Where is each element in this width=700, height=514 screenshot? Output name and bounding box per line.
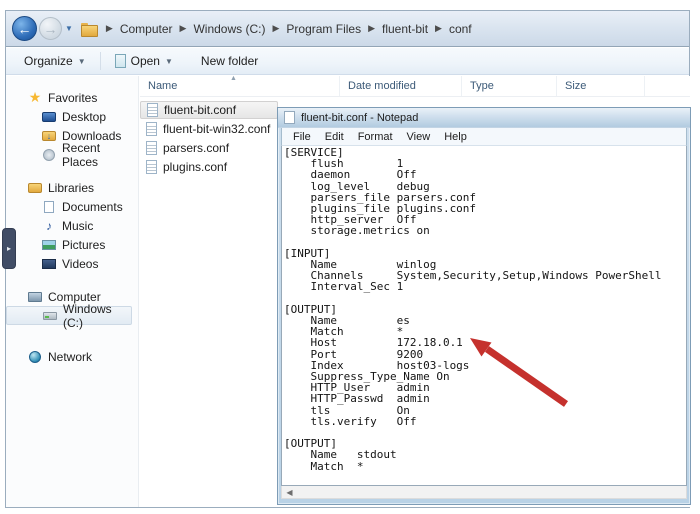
command-toolbar: Organize ▼ Open ▼ New folder (6, 48, 689, 75)
conf-file-icon (147, 103, 158, 117)
breadcrumb-item-fluent-bit[interactable]: fluent-bit (379, 20, 431, 38)
sidebar-item-recent-places[interactable]: Recent Places (6, 145, 138, 164)
column-header-name[interactable]: Name ▲ (140, 76, 340, 96)
breadcrumb: ▶ Computer ▶ Windows (C:) ▶ Program File… (102, 20, 475, 38)
sidebar-item-videos[interactable]: Videos (6, 254, 138, 273)
column-label: Date modified (348, 80, 416, 92)
column-label: Type (470, 80, 494, 92)
forward-arrow-icon: → (44, 21, 58, 37)
column-label: Size (565, 80, 586, 92)
scroll-left-icon[interactable]: ◀ (282, 487, 297, 498)
conf-file-icon (146, 141, 157, 155)
sidebar-item-libraries[interactable]: Libraries (6, 178, 138, 197)
sidebar-label: Windows (C:) (63, 302, 131, 330)
sort-ascending-icon: ▲ (230, 75, 237, 82)
sidebar-item-music[interactable]: ♪ Music (6, 216, 138, 235)
conf-file-icon (146, 122, 157, 136)
breadcrumb-item-windows-c[interactable]: Windows (C:) (190, 20, 268, 38)
column-header-size[interactable]: Size (557, 76, 645, 96)
breadcrumb-separator-icon: ▶ (268, 23, 283, 34)
sidebar-item-windows-c[interactable]: Windows (C:) (6, 306, 132, 325)
new-folder-button[interactable]: New folder (193, 51, 266, 71)
address-bar: ← → ▼ ▶ Computer ▶ Windows (C:) ▶ Progra… (6, 11, 689, 47)
organize-label: Organize (24, 54, 73, 68)
column-header-date-modified[interactable]: Date modified (340, 76, 462, 96)
sidebar-label: Recent Places (62, 141, 138, 169)
breadcrumb-item-conf[interactable]: conf (446, 20, 475, 38)
videos-icon (42, 259, 56, 269)
documents-icon (42, 200, 56, 213)
column-label: Name (148, 80, 177, 92)
breadcrumb-item-computer[interactable]: Computer (117, 20, 176, 38)
current-folder-icon (81, 23, 96, 35)
drive-icon (43, 312, 57, 320)
star-icon: ★ (28, 91, 42, 104)
sidebar-item-desktop[interactable]: Desktop (6, 107, 138, 126)
breadcrumb-separator-icon: ▶ (431, 23, 446, 34)
computer-icon (28, 292, 42, 302)
sidebar-item-documents[interactable]: Documents (6, 197, 138, 216)
conf-file-icon (146, 160, 157, 174)
history-dropdown-icon[interactable]: ▼ (65, 24, 73, 33)
notepad-window: fluent-bit.conf - Notepad File Edit Form… (277, 107, 691, 505)
toolbar-divider (100, 52, 101, 70)
breadcrumb-separator-icon: ▶ (102, 23, 117, 34)
new-folder-label: New folder (201, 54, 258, 68)
breadcrumb-separator-icon: ▶ (176, 23, 191, 34)
sidebar-label: Libraries (48, 181, 94, 195)
downloads-icon: ↓ (42, 131, 56, 141)
music-icon: ♪ (42, 219, 56, 232)
recent-places-icon (42, 148, 56, 161)
menu-view[interactable]: View (400, 130, 438, 144)
notepad-bottom-frame (278, 499, 690, 503)
menu-file[interactable]: File (286, 130, 318, 144)
sidebar-label: Pictures (62, 238, 105, 252)
column-header-row: Name ▲ Date modified Type Size (140, 76, 690, 97)
sidebar-item-favorites[interactable]: ★ Favorites (6, 88, 138, 107)
column-header-type[interactable]: Type (462, 76, 557, 96)
network-icon (28, 350, 42, 363)
menu-help[interactable]: Help (437, 130, 474, 144)
back-button[interactable]: ← (12, 16, 37, 41)
notepad-file-icon (284, 111, 295, 124)
side-panel-handle[interactable]: ▸ (2, 228, 16, 269)
chevron-down-icon: ▼ (78, 57, 86, 66)
sidebar-label: Videos (62, 257, 98, 271)
libraries-icon (28, 183, 42, 193)
open-file-icon (115, 54, 126, 68)
open-button[interactable]: Open ▼ (107, 51, 181, 71)
file-name: fluent-bit-win32.conf (163, 122, 270, 136)
sidebar-label: Documents (62, 200, 123, 214)
notepad-content: [SERVICE] flush 1 daemon Off log_level d… (282, 146, 686, 473)
file-name: plugins.conf (163, 160, 227, 174)
forward-button[interactable]: → (39, 17, 62, 40)
notepad-menu-bar: File Edit Format View Help (281, 128, 687, 145)
breadcrumb-item-program-files[interactable]: Program Files (283, 20, 364, 38)
back-arrow-icon: ← (18, 21, 32, 37)
chevron-down-icon: ▼ (165, 57, 173, 66)
breadcrumb-separator-icon: ▶ (364, 23, 379, 34)
file-row-fluent-bit-conf[interactable]: fluent-bit.conf (140, 101, 278, 119)
sidebar-item-network[interactable]: Network (6, 347, 138, 366)
organize-button[interactable]: Organize ▼ (16, 51, 94, 71)
sidebar-label: Favorites (48, 91, 97, 105)
pictures-icon (42, 240, 56, 250)
sidebar-label: Desktop (62, 110, 106, 124)
sidebar-label: Music (62, 219, 93, 233)
notepad-title: fluent-bit.conf - Notepad (301, 112, 418, 124)
desktop-icon (42, 112, 56, 122)
notepad-title-bar[interactable]: fluent-bit.conf - Notepad (278, 108, 690, 128)
sidebar-item-pictures[interactable]: Pictures (6, 235, 138, 254)
menu-format[interactable]: Format (351, 130, 400, 144)
file-name: parsers.conf (163, 141, 229, 155)
navigation-pane: ★ Favorites Desktop ↓ Downloads Recent P… (6, 76, 139, 507)
menu-edit[interactable]: Edit (318, 130, 351, 144)
sidebar-label: Network (48, 350, 92, 364)
notepad-text-area[interactable]: [SERVICE] flush 1 daemon Off log_level d… (281, 145, 687, 486)
file-name: fluent-bit.conf (164, 103, 236, 117)
panel-expand-icon: ▸ (7, 244, 11, 253)
horizontal-scrollbar[interactable]: ◀ (281, 486, 687, 499)
open-label: Open (131, 54, 160, 68)
